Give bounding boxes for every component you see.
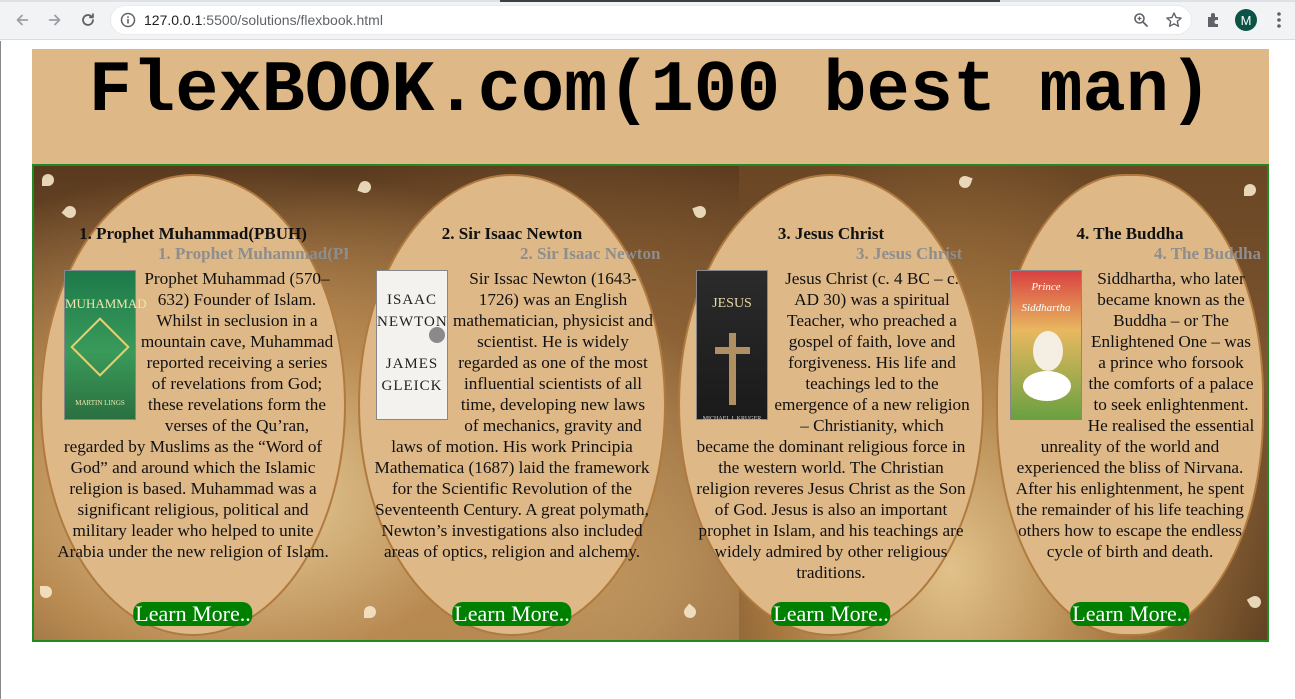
url-host: 127.0.0.1	[144, 12, 203, 28]
arrow-right-icon	[48, 14, 61, 26]
book-cover-image: JESUS MICHAEL J. KRUGER	[696, 270, 768, 422]
cover-author: JAMES GLEICK	[381, 356, 443, 394]
card-title: 4. The Buddha	[1076, 224, 1184, 243]
petal-decoration	[364, 606, 376, 618]
profile-avatar[interactable]: M	[1235, 9, 1257, 31]
back-button[interactable]	[8, 6, 36, 34]
more-menu-icon[interactable]	[1269, 10, 1289, 30]
cover-ornament	[70, 317, 130, 377]
person-card: 2. Sir Isaac Newton 2. Sir Isaac Newton …	[358, 174, 666, 636]
card-description: ISAAC NEWTON JAMES GLEICK Sir Issac Newt…	[370, 268, 654, 562]
cross-ornament	[729, 333, 736, 405]
book-cover-image: ISAAC NEWTON JAMES GLEICK	[376, 270, 448, 420]
cover-author: MARTIN LINGS	[75, 399, 125, 407]
card-title-shadow: 1. Prophet Muhammad(PBU	[158, 244, 348, 263]
card-description: JESUS MICHAEL J. KRUGER Jesus Christ (c.…	[690, 268, 972, 583]
site-header: FlexBOOK.com(100 best man)	[32, 49, 1269, 164]
bookmark-star-icon[interactable]	[1165, 11, 1183, 29]
url-text[interactable]: 127.0.0.1:5500/solutions/flexbook.html	[144, 12, 383, 28]
card-title-shadow: 4. The Buddha	[1154, 244, 1261, 263]
cover-badge	[429, 327, 445, 343]
petal-decoration	[1244, 184, 1256, 196]
site-title: FlexBOOK.com(100 best man)	[88, 50, 1213, 132]
cover-author: MICHAEL J. KRUGER	[702, 416, 762, 422]
book-cover-image: MUHAMMAD MARTIN LINGS	[64, 270, 147, 420]
cover-figure	[1033, 331, 1063, 371]
learn-more-button[interactable]: Learn More..	[133, 602, 253, 626]
person-card: 4. The Buddha 4. The Buddha Prince Siddh…	[996, 174, 1264, 636]
reload-button[interactable]	[74, 6, 102, 34]
learn-more-button[interactable]: Learn More..	[1070, 602, 1190, 626]
address-bar[interactable]: 127.0.0.1:5500/solutions/flexbook.html	[110, 5, 1192, 35]
card-description: MUHAMMAD MARTIN LINGS Prophet Muhammad (…	[52, 268, 334, 562]
learn-more-button[interactable]: Learn More..	[452, 602, 572, 626]
url-path: :5500/solutions/flexbook.html	[202, 12, 383, 28]
petal-decoration	[42, 174, 54, 186]
cover-title: JESUS	[712, 296, 752, 311]
browser-toolbar: 127.0.0.1:5500/solutions/flexbook.html M	[0, 0, 1295, 40]
person-card: 3. Jesus Christ 3. Jesus Christ JESUS MI…	[678, 174, 984, 636]
card-description: Prince Siddhartha Siddhartha, who later …	[1004, 268, 1256, 562]
card-title: 2. Sir Isaac Newton	[441, 224, 583, 243]
active-tab-indicator	[500, 0, 1000, 2]
page-edge	[0, 41, 1, 699]
tab-strip	[0, 0, 1295, 2]
info-icon[interactable]	[120, 12, 136, 28]
cover-title: MUHAMMAD	[65, 296, 147, 311]
learn-more-button[interactable]: Learn More..	[771, 602, 891, 626]
cover-title: Prince Siddhartha	[1021, 281, 1071, 314]
cover-swan	[1023, 371, 1071, 401]
card-title: 3. Jesus Christ	[777, 224, 885, 243]
forward-button[interactable]	[41, 6, 69, 34]
extensions-puzzle-icon[interactable]	[1204, 10, 1224, 30]
reload-icon	[82, 13, 94, 26]
card-title: 1. Prophet Muhammad(PBUH)	[79, 224, 307, 243]
card-title-shadow: 2. Sir Isaac Newton	[520, 244, 661, 263]
cards-container: 1. Prophet Muhammad(PBUH) 1. Prophet Muh…	[32, 164, 1269, 642]
arrow-left-icon	[16, 14, 29, 26]
person-card: 1. Prophet Muhammad(PBUH) 1. Prophet Muh…	[40, 174, 348, 636]
cross-ornament	[715, 347, 750, 354]
book-cover-image: Prince Siddhartha	[1010, 270, 1082, 420]
card-title-shadow: 3. Jesus Christ	[856, 244, 963, 263]
petal-decoration	[40, 586, 52, 598]
zoom-icon[interactable]	[1133, 12, 1149, 28]
